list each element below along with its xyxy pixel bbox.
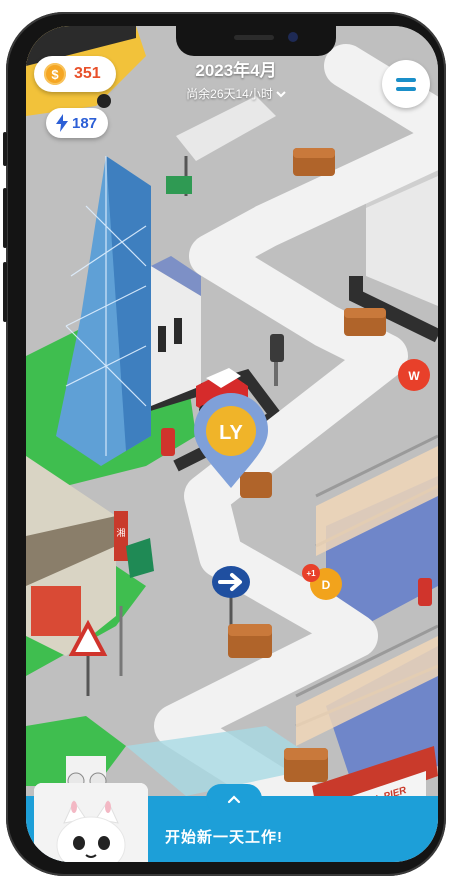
lightning-icon	[56, 114, 68, 132]
treasure-chest[interactable]	[344, 308, 386, 336]
month-title: 2023年4月	[195, 61, 277, 80]
chevron-up-icon	[227, 795, 241, 804]
time-remaining: 尚余26天14小时	[186, 87, 273, 101]
month-selector[interactable]: 2023年4月 尚余26天14小时	[146, 56, 326, 102]
game-screen: 湘 W D +1 LY $ 351 187 2023年4月 尚余26天14小时 …	[26, 26, 438, 862]
phone-notch	[176, 26, 336, 56]
expand-panel-button[interactable]	[206, 784, 262, 814]
cat-avatar-icon	[34, 783, 148, 862]
chevron-down-icon	[276, 90, 286, 97]
treasure-chest[interactable]	[228, 624, 272, 658]
energy-counter[interactable]: 187	[46, 108, 108, 138]
svg-text:D: D	[322, 578, 331, 592]
phone-side-button	[3, 132, 7, 166]
treasure-chest[interactable]	[293, 148, 335, 176]
treasure-chest[interactable]	[240, 472, 272, 498]
coin-count: 351	[74, 65, 101, 82]
svg-text:湘: 湘	[116, 527, 125, 538]
player-marker-w[interactable]: W	[398, 359, 430, 391]
menu-button[interactable]	[382, 60, 430, 108]
svg-text:W: W	[408, 369, 420, 383]
city-map[interactable]: 湘 W D +1 LY	[26, 26, 438, 862]
bottom-message: 开始新一天工作!	[165, 829, 283, 846]
menu-icon	[396, 77, 416, 82]
avatar-card[interactable]	[34, 783, 148, 862]
energy-count: 187	[72, 114, 98, 132]
svg-text:+1: +1	[306, 569, 316, 578]
coin-icon: $	[44, 63, 66, 85]
phone-side-button	[3, 262, 7, 322]
svg-text:LY: LY	[219, 422, 243, 444]
phone-side-button	[3, 188, 7, 248]
treasure-chest[interactable]	[284, 748, 328, 782]
coin-counter[interactable]: $ 351	[34, 56, 116, 92]
